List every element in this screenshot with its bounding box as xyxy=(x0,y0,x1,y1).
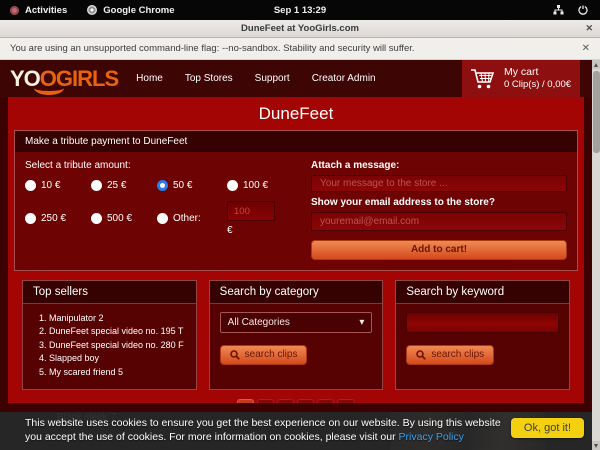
top-sellers-list: Manipulator 2 DuneFeet special video no.… xyxy=(33,312,186,380)
radio-icon[interactable] xyxy=(227,180,238,191)
page-button-last[interactable]: »| xyxy=(337,399,355,403)
page-button-4[interactable]: 4 xyxy=(297,399,314,403)
browser-viewport: YOOGIRLS Home Top Stores Support Creator… xyxy=(0,60,600,450)
tribute-radio-500[interactable]: 500 € xyxy=(91,201,157,236)
main-nav: Home Top Stores Support Creator Admin xyxy=(136,73,375,84)
currency-label: € xyxy=(227,225,297,236)
radio-label: 10 € xyxy=(41,180,60,191)
chevron-down-icon: ▾ xyxy=(359,317,364,328)
email-input[interactable] xyxy=(311,212,567,231)
chrome-infobar: You are using an unsupported command-lin… xyxy=(0,38,600,60)
page-button-2[interactable]: 2 xyxy=(257,399,274,403)
add-to-cart-button[interactable]: Add to cart! xyxy=(311,240,567,260)
activities-indicator-icon xyxy=(10,6,19,15)
top-seller-item[interactable]: Manipulator 2 xyxy=(49,312,186,326)
nav-item-support[interactable]: Support xyxy=(255,73,290,84)
cookie-banner: This website uses cookies to ensure you … xyxy=(0,412,600,450)
message-label: Attach a message: xyxy=(311,160,567,171)
radio-icon[interactable] xyxy=(91,213,102,224)
search-icon xyxy=(416,350,426,360)
tribute-radio-50[interactable]: 50 € xyxy=(157,180,227,191)
search-clips-label: search clips xyxy=(431,349,484,360)
scroll-down-icon[interactable] xyxy=(592,441,600,450)
cookie-message: This website uses cookies to ensure you … xyxy=(25,416,510,444)
window-close-icon[interactable]: ✕ xyxy=(585,23,593,34)
scroll-up-icon[interactable] xyxy=(592,60,600,69)
tribute-panel-header: Make a tribute payment to DuneFeet xyxy=(15,131,577,152)
cart-summary: 0 Clip(s) / 0,00€ xyxy=(504,79,571,91)
page-button-1[interactable]: 1 xyxy=(237,399,254,403)
pagination: 1 2 3 4 » »| xyxy=(8,399,584,403)
chrome-icon xyxy=(87,5,97,15)
cart-label: My cart xyxy=(504,66,571,80)
nav-item-home[interactable]: Home xyxy=(136,73,163,84)
top-seller-item[interactable]: Slapped boy xyxy=(49,352,186,366)
tribute-radio-250[interactable]: 250 € xyxy=(25,201,91,236)
infobar-message: You are using an unsupported command-lin… xyxy=(10,43,415,54)
tribute-amount-label: Select a tribute amount: xyxy=(25,160,297,171)
page-content: DuneFeet Make a tribute payment to DuneF… xyxy=(8,97,584,403)
tribute-radio-other[interactable]: Other: xyxy=(157,201,227,236)
active-app-menu[interactable]: Google Chrome xyxy=(103,5,174,16)
cookie-accept-button[interactable]: Ok, got it! xyxy=(511,418,584,438)
nav-item-top-stores[interactable]: Top Stores xyxy=(185,73,233,84)
power-icon[interactable] xyxy=(578,5,588,15)
radio-label: 100 € xyxy=(243,180,268,191)
site-header: YOOGIRLS Home Top Stores Support Creator… xyxy=(0,60,600,97)
privacy-policy-link[interactable]: Privacy Policy xyxy=(399,431,464,443)
page-button-3[interactable]: 3 xyxy=(277,399,294,403)
page-title: DuneFeet xyxy=(8,97,584,130)
radio-label: 50 € xyxy=(173,180,192,191)
infobar-close-icon[interactable]: ✕ xyxy=(582,43,590,54)
logo-text-orange: GIRLS xyxy=(56,66,118,91)
radio-label: 500 € xyxy=(107,213,132,224)
radio-label: Other: xyxy=(173,213,201,224)
keyword-input[interactable] xyxy=(406,312,559,333)
top-sellers-panel: Top sellers Manipulator 2 DuneFeet speci… xyxy=(22,280,197,391)
search-keyword-panel: Search by keyword search clips xyxy=(395,280,570,391)
page-button-next[interactable]: » xyxy=(317,399,334,403)
other-amount-input[interactable] xyxy=(227,201,275,221)
search-clips-label: search clips xyxy=(245,349,298,360)
top-sellers-header: Top sellers xyxy=(23,281,196,304)
search-clips-category-button[interactable]: search clips xyxy=(220,345,308,365)
screen: Activities Google Chrome Sep 1 13:29 xyxy=(0,0,600,450)
logo-smile-icon xyxy=(34,81,64,95)
cart-icon xyxy=(470,67,496,91)
radio-icon[interactable] xyxy=(25,213,36,224)
site-logo[interactable]: YOOGIRLS xyxy=(10,68,118,90)
top-seller-item[interactable]: DuneFeet special video no. 195 T xyxy=(49,325,186,339)
radio-icon[interactable] xyxy=(157,213,168,224)
radio-icon[interactable] xyxy=(25,180,36,191)
search-category-header: Search by category xyxy=(210,281,383,304)
tribute-radio-25[interactable]: 25 € xyxy=(91,180,157,191)
top-seller-item[interactable]: DuneFeet special video no. 280 F xyxy=(49,339,186,353)
system-top-bar: Activities Google Chrome Sep 1 13:29 xyxy=(0,0,600,20)
tribute-radio-100[interactable]: 100 € xyxy=(227,180,297,191)
radio-icon[interactable] xyxy=(157,180,168,191)
activities-button[interactable]: Activities xyxy=(25,5,67,16)
search-icon xyxy=(230,350,240,360)
nav-item-creator-admin[interactable]: Creator Admin xyxy=(312,73,376,84)
scrollbar-thumb[interactable] xyxy=(593,71,600,153)
email-label: Show your email address to the store? xyxy=(311,197,567,208)
category-select-value: All Categories xyxy=(228,317,290,328)
network-icon[interactable] xyxy=(553,5,564,15)
window-title: DuneFeet at YooGirls.com xyxy=(241,23,359,34)
radio-icon[interactable] xyxy=(91,180,102,191)
my-cart-button[interactable]: My cart 0 Clip(s) / 0,00€ xyxy=(462,60,580,97)
message-input[interactable] xyxy=(311,175,567,192)
category-select[interactable]: All Categories ▾ xyxy=(220,312,373,333)
tribute-radio-10[interactable]: 10 € xyxy=(25,180,91,191)
vertical-scrollbar[interactable] xyxy=(592,60,600,450)
tribute-panel: Make a tribute payment to DuneFeet Selec… xyxy=(14,130,578,271)
search-clips-keyword-button[interactable]: search clips xyxy=(406,345,494,365)
radio-label: 250 € xyxy=(41,213,66,224)
window-title-bar: DuneFeet at YooGirls.com ✕ xyxy=(0,20,600,38)
search-category-panel: Search by category All Categories ▾ xyxy=(209,280,384,391)
radio-label: 25 € xyxy=(107,180,126,191)
tribute-options: 10 € 25 € 50 € xyxy=(25,180,297,236)
search-keyword-header: Search by keyword xyxy=(396,281,569,304)
top-seller-item[interactable]: My scared friend 5 xyxy=(49,366,186,380)
